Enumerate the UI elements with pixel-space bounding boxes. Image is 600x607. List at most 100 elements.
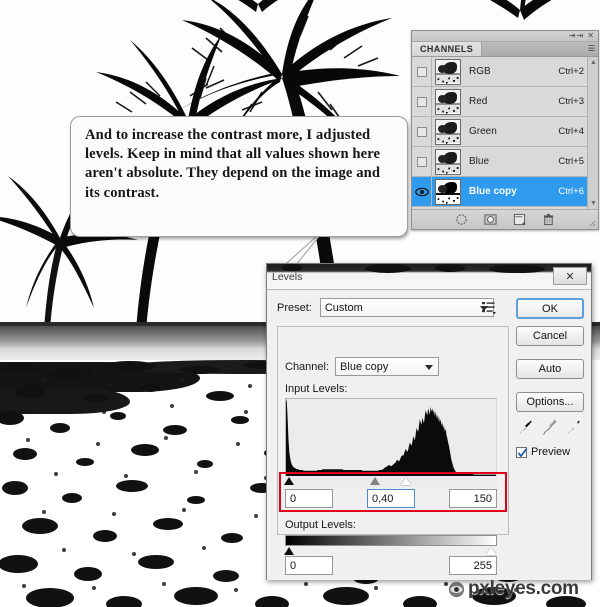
screenshot-stage: And to increase the contrast more, I adj… [0, 0, 600, 607]
auto-button[interactable]: Auto [516, 359, 584, 379]
panel-resize-grip-icon[interactable] [589, 220, 596, 227]
levels-dialog[interactable]: Levels ✕ Preset: Custom Channel: Blue co… [266, 263, 592, 580]
output-highlight-field[interactable]: 255 [449, 556, 497, 575]
channel-shortcut: Ctrl+6 [558, 186, 584, 197]
output-levels-gradient-bar [285, 535, 497, 546]
visibility-toggle-green[interactable] [412, 116, 432, 147]
options-button[interactable]: Options... [516, 392, 584, 412]
channel-label-text: Channel: [285, 360, 330, 373]
eye-slot-empty-icon [416, 156, 427, 167]
channel-shortcut: Ctrl+3 [558, 96, 584, 107]
collapse-icon[interactable]: ⇥⇥ [569, 31, 584, 40]
eye-slot-empty-icon [416, 66, 427, 77]
input-levels-slider-track[interactable] [284, 476, 497, 487]
output-shadow-slider[interactable] [284, 547, 294, 555]
levels-dialog-title: Levels [272, 271, 303, 283]
visibility-toggle-blue[interactable] [412, 146, 432, 177]
preset-row: Preset: Custom [277, 298, 509, 317]
delete-channel-icon[interactable] [542, 213, 555, 226]
channel-label: Blue [469, 156, 490, 167]
cancel-button[interactable]: Cancel [516, 326, 584, 346]
chevron-down-icon [425, 364, 434, 370]
preview-row[interactable]: Preview [516, 446, 584, 458]
preset-label: Preset: [277, 301, 312, 314]
output-levels-label: Output Levels: [285, 519, 356, 531]
load-channel-as-selection-icon[interactable] [455, 213, 468, 226]
levels-dialog-titlebar[interactable]: Levels ✕ [267, 264, 591, 289]
set-gray-point-eyedropper-icon[interactable] [542, 419, 557, 436]
channel-row-blue[interactable]: Blue Ctrl+5 [412, 146, 598, 177]
eye-icon[interactable] [414, 187, 429, 197]
close-icon[interactable]: ✕ [587, 31, 595, 40]
save-selection-as-channel-icon[interactable] [484, 213, 497, 226]
channel-label: Blue copy [469, 186, 517, 197]
levels-dialog-body: Preset: Custom Channel: Blue copy Input … [267, 289, 591, 580]
input-highlight-field[interactable]: 150 [449, 489, 497, 508]
panel-tab-empty-space: ☰ [482, 42, 598, 56]
channel-label: Green [469, 126, 497, 137]
tab-channels[interactable]: CHANNELS [412, 42, 483, 56]
channel-value: Blue copy [340, 360, 389, 373]
set-white-point-eyedropper-icon[interactable] [566, 419, 581, 436]
channel-row-red[interactable]: Red Ctrl+3 [412, 86, 598, 117]
channel-shortcut: Ctrl+2 [558, 66, 584, 77]
histogram-svg [286, 399, 496, 476]
channel-label: RGB [469, 66, 491, 77]
preset-dropdown[interactable]: Custom [319, 298, 494, 317]
eye-slot-empty-icon [416, 96, 427, 107]
eyedropper-group [518, 419, 584, 436]
output-shadow-field[interactable]: 0 [285, 556, 333, 575]
channel-thumbnail-rgb [435, 58, 461, 85]
channel-label: Red [469, 96, 488, 107]
input-midtone-slider[interactable] [370, 477, 380, 485]
preset-options-icon[interactable] [481, 300, 497, 315]
titlebar-photo-splotch [489, 265, 545, 273]
panel-tab-row[interactable]: CHANNELS ☰ [412, 42, 598, 57]
channel-thumbnail-red [435, 88, 461, 115]
channel-dropdown[interactable]: Blue copy [335, 357, 440, 376]
channel-row-rgb[interactable]: RGB Ctrl+2 [412, 57, 598, 87]
channel-row-blue-copy[interactable]: Blue copy Ctrl+6 [412, 176, 598, 207]
channel-thumbnail-green [435, 118, 461, 145]
visibility-toggle-rgb[interactable] [412, 57, 432, 87]
channels-panel-footer[interactable] [412, 209, 598, 229]
checkmark-icon [517, 447, 528, 457]
channel-list[interactable]: RGB Ctrl+2 Red Ctrl+3 Green Ctrl+4 Blue … [412, 57, 598, 209]
preview-checkbox[interactable] [516, 446, 528, 458]
scroll-down-arrow-icon[interactable]: ▼ [590, 200, 597, 207]
input-midtone-field[interactable]: 0,40 [367, 489, 415, 508]
input-highlight-slider[interactable] [401, 477, 411, 485]
channel-thumbnail-blue-copy [435, 178, 461, 205]
new-channel-icon[interactable] [513, 213, 526, 226]
titlebar-photo-splotch [365, 264, 411, 273]
input-shadow-slider[interactable] [284, 477, 294, 485]
speech-bubble-text: And to increase the contrast more, I adj… [85, 127, 381, 201]
panel-window-controls[interactable]: ⇥⇥ ✕ [569, 32, 595, 40]
channel-row: Channel: Blue copy [285, 357, 440, 376]
channel-thumbnail-blue [435, 148, 461, 175]
output-highlight-slider[interactable] [486, 547, 496, 555]
pxleyes-logo-icon [448, 581, 465, 597]
channel-row-green[interactable]: Green Ctrl+4 [412, 116, 598, 147]
panel-menu-icon[interactable]: ☰ [588, 44, 595, 53]
watermark-text: pxleyes.com [468, 578, 579, 599]
levels-button-column: OK Cancel Auto Options... Preview [516, 298, 584, 458]
input-shadow-field[interactable]: 0 [285, 489, 333, 508]
set-black-point-eyedropper-icon[interactable] [518, 419, 533, 436]
input-levels-label: Input Levels: [285, 383, 348, 395]
ok-button[interactable]: OK [516, 298, 584, 319]
levels-close-button[interactable]: ✕ [553, 267, 587, 285]
eye-slot-empty-icon [416, 126, 427, 137]
histogram-display [285, 398, 497, 476]
channels-panel[interactable]: ⇥⇥ ✕ CHANNELS ☰ RGB Ctrl+2 Red Ctrl+3 Gr… [411, 30, 599, 230]
visibility-toggle-blue-copy[interactable] [412, 176, 432, 207]
visibility-toggle-red[interactable] [412, 86, 432, 117]
channel-list-scrollbar[interactable]: ▲ ▼ [587, 57, 598, 209]
preset-value: Custom [324, 301, 363, 314]
scroll-up-arrow-icon[interactable]: ▲ [590, 59, 597, 66]
titlebar-photo-splotch [435, 264, 465, 272]
channel-shortcut: Ctrl+4 [558, 126, 584, 137]
watermark: pxleyes.com [448, 578, 579, 600]
channel-shortcut: Ctrl+5 [558, 156, 584, 167]
speech-bubble: And to increase the contrast more, I adj… [70, 116, 408, 237]
